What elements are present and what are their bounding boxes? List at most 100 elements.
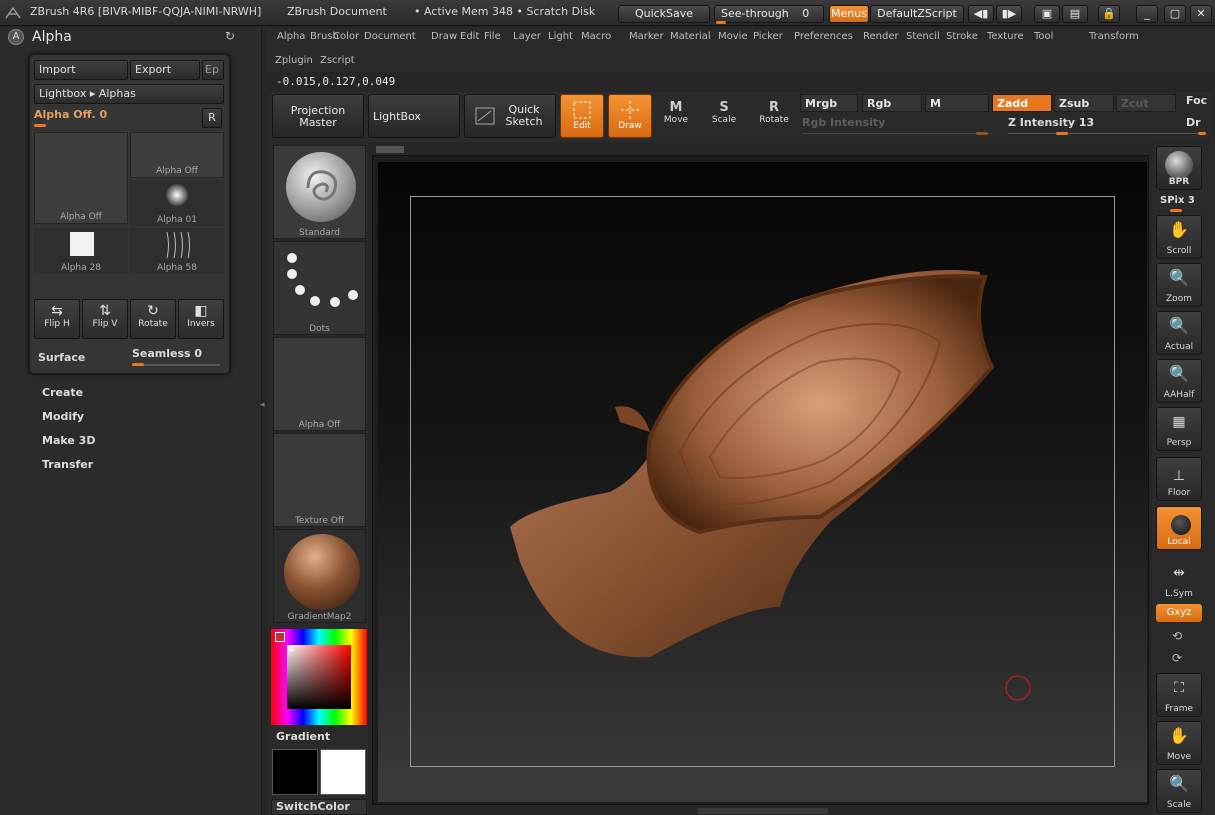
menu-transform[interactable]: Transform	[1084, 28, 1144, 46]
minimize-icon[interactable]: _	[1136, 5, 1158, 23]
close-icon[interactable]: ✕	[1190, 5, 1212, 23]
menus-button[interactable]: Menus	[829, 5, 869, 23]
move-button[interactable]: M Move	[654, 94, 698, 138]
surface-button[interactable]: Surface	[38, 351, 85, 364]
rotate-z-icon[interactable]: ⟳	[1172, 651, 1182, 665]
draw-button[interactable]: Draw	[608, 94, 652, 138]
alpha-thumb-01[interactable]: Alpha 01	[130, 180, 224, 226]
color-square[interactable]	[287, 645, 351, 709]
canvas-scroll-handle[interactable]	[376, 146, 404, 153]
submenu-modify[interactable]: Modify	[42, 410, 84, 423]
menu-picker[interactable]: Picker	[748, 28, 788, 46]
menu-material[interactable]: Material	[665, 28, 716, 46]
aahalf-button[interactable]: 🔍 AAHalf	[1156, 359, 1202, 403]
ep-button[interactable]: Ep	[202, 60, 224, 80]
menu-layer[interactable]: Layer	[508, 28, 546, 46]
alpha-thumb-off[interactable]: Alpha Off	[130, 132, 224, 178]
next-icon[interactable]: ▮▶	[996, 5, 1022, 23]
menu-macro[interactable]: Macro	[576, 28, 616, 46]
alpha-thumb-58[interactable]: Alpha 58	[130, 228, 224, 274]
rotate-y-icon[interactable]: ⟲	[1172, 629, 1182, 643]
stroke-dots[interactable]: Dots	[273, 241, 366, 335]
edit-button[interactable]: Edit	[560, 94, 604, 138]
menu-movie[interactable]: Movie	[713, 28, 753, 46]
menu-zplugin[interactable]: Zplugin	[270, 52, 318, 70]
submenu-create[interactable]: Create	[42, 386, 83, 399]
quick-sketch-button[interactable]: Quick Sketch	[464, 94, 556, 138]
menu-file[interactable]: File	[479, 28, 506, 46]
alpha-thumb-current[interactable]: Alpha Off	[34, 132, 128, 224]
zoom-button[interactable]: 🔍 Zoom	[1156, 263, 1202, 307]
scroll-button[interactable]: ✋ Scroll	[1156, 215, 1202, 259]
quicksave-button[interactable]: QuickSave	[618, 5, 710, 23]
menu-stencil[interactable]: Stencil	[901, 28, 945, 46]
menu-zscript[interactable]: Zscript	[315, 52, 360, 70]
seamless-slider[interactable]: Seamless 0	[132, 347, 224, 369]
zsub-button[interactable]: Zsub	[1054, 94, 1114, 112]
persp-button[interactable]: ▦ Persp	[1156, 407, 1202, 451]
menu-tool[interactable]: Tool	[1029, 28, 1058, 46]
menu-document[interactable]: Document	[359, 28, 421, 46]
menu-marker[interactable]: Marker	[624, 28, 669, 46]
rotate-tool-button[interactable]: R Rotate	[752, 94, 796, 138]
default-zscript-button[interactable]: DefaultZScript	[870, 5, 964, 23]
spix-slider[interactable]: SPix 3	[1160, 195, 1195, 206]
menu-light[interactable]: Light	[543, 28, 578, 46]
flip-v-button[interactable]: ⇅ Flip V	[82, 299, 128, 339]
menu-texture[interactable]: Texture	[982, 28, 1029, 46]
gradient-label[interactable]: Gradient	[276, 730, 330, 743]
flip-h-button[interactable]: ⇆ Flip H	[34, 299, 80, 339]
refresh-icon[interactable]: ↻	[225, 29, 235, 43]
invert-button[interactable]: ◧ Invers	[178, 299, 224, 339]
lsym-button[interactable]: ⇹ L.Sym	[1156, 557, 1202, 601]
layout2-icon[interactable]: ▤	[1062, 5, 1088, 23]
color-picker[interactable]	[271, 629, 367, 725]
xyz-button[interactable]: Gxyz	[1156, 604, 1202, 622]
lightbox-alphas-button[interactable]: Lightbox ▸ Alphas	[34, 84, 224, 104]
scale-view-button[interactable]: 🔍 Scale	[1156, 769, 1202, 813]
m-button[interactable]: M	[925, 94, 989, 112]
rotate-button[interactable]: ↻ Rotate	[130, 299, 176, 339]
rgb-button[interactable]: Rgb	[862, 94, 922, 112]
prev-icon[interactable]: ◀▮	[968, 5, 994, 23]
menu-preferences[interactable]: Preferences	[789, 28, 858, 46]
menu-render[interactable]: Render	[858, 28, 904, 46]
submenu-transfer[interactable]: Transfer	[42, 458, 93, 471]
actual-button[interactable]: 🔍 Actual	[1156, 311, 1202, 355]
import-button[interactable]: Import	[34, 60, 128, 80]
scale-button[interactable]: S Scale	[702, 94, 746, 138]
export-button[interactable]: Export	[130, 60, 200, 80]
z-intensity-slider[interactable]: Z Intensity 13	[1008, 116, 1094, 129]
rgb-intensity-slider[interactable]: Rgb Intensity	[802, 116, 885, 129]
r-button[interactable]: R	[202, 108, 222, 128]
submenu-make-3d[interactable]: Make 3D	[42, 434, 95, 447]
see-through-slider[interactable]: See-through 0	[714, 5, 824, 23]
mrgb-button[interactable]: Mrgb	[800, 94, 858, 112]
floor-button[interactable]: ⊥ Floor	[1156, 457, 1202, 501]
menu-stroke[interactable]: Stroke	[941, 28, 983, 46]
texture-off-slot[interactable]: Texture Off	[273, 433, 366, 527]
switchcolor-button[interactable]: SwitchColor	[271, 799, 367, 815]
alpha-off-slider[interactable]: Alpha Off. 0	[34, 108, 194, 127]
maximize-icon[interactable]: ▢	[1164, 5, 1186, 23]
alpha-thumb-28[interactable]: Alpha 28	[34, 228, 128, 274]
material-slot[interactable]: GradientMap2	[273, 529, 366, 623]
brush-standard[interactable]: Standard	[273, 145, 366, 239]
local-button[interactable]: Local	[1156, 506, 1202, 550]
projection-master-button[interactable]: Projection Master	[272, 94, 364, 138]
left-collapse-icon[interactable]: ◂	[260, 400, 266, 430]
alpha-off-slot[interactable]: Alpha Off	[273, 337, 366, 431]
wooden-model-mesh[interactable]	[500, 262, 1000, 662]
secondary-color-swatch[interactable]	[320, 749, 366, 795]
zadd-button[interactable]: Zadd	[992, 94, 1052, 112]
lightbox-button[interactable]: LightBox	[368, 94, 460, 138]
zcut-button[interactable]: Zcut	[1116, 94, 1176, 112]
bpr-button[interactable]: BPR	[1156, 146, 1202, 190]
layout-icon[interactable]: ▣	[1034, 5, 1060, 23]
draw-size-label[interactable]: Dr	[1186, 116, 1201, 129]
canvas-bottom-scroll[interactable]	[698, 808, 828, 814]
lock-icon[interactable]: 🔒	[1098, 5, 1120, 23]
main-color-swatch[interactable]	[272, 749, 318, 795]
focal-shift-label[interactable]: Foc	[1186, 94, 1207, 107]
move-view-button[interactable]: ✋ Move	[1156, 721, 1202, 765]
